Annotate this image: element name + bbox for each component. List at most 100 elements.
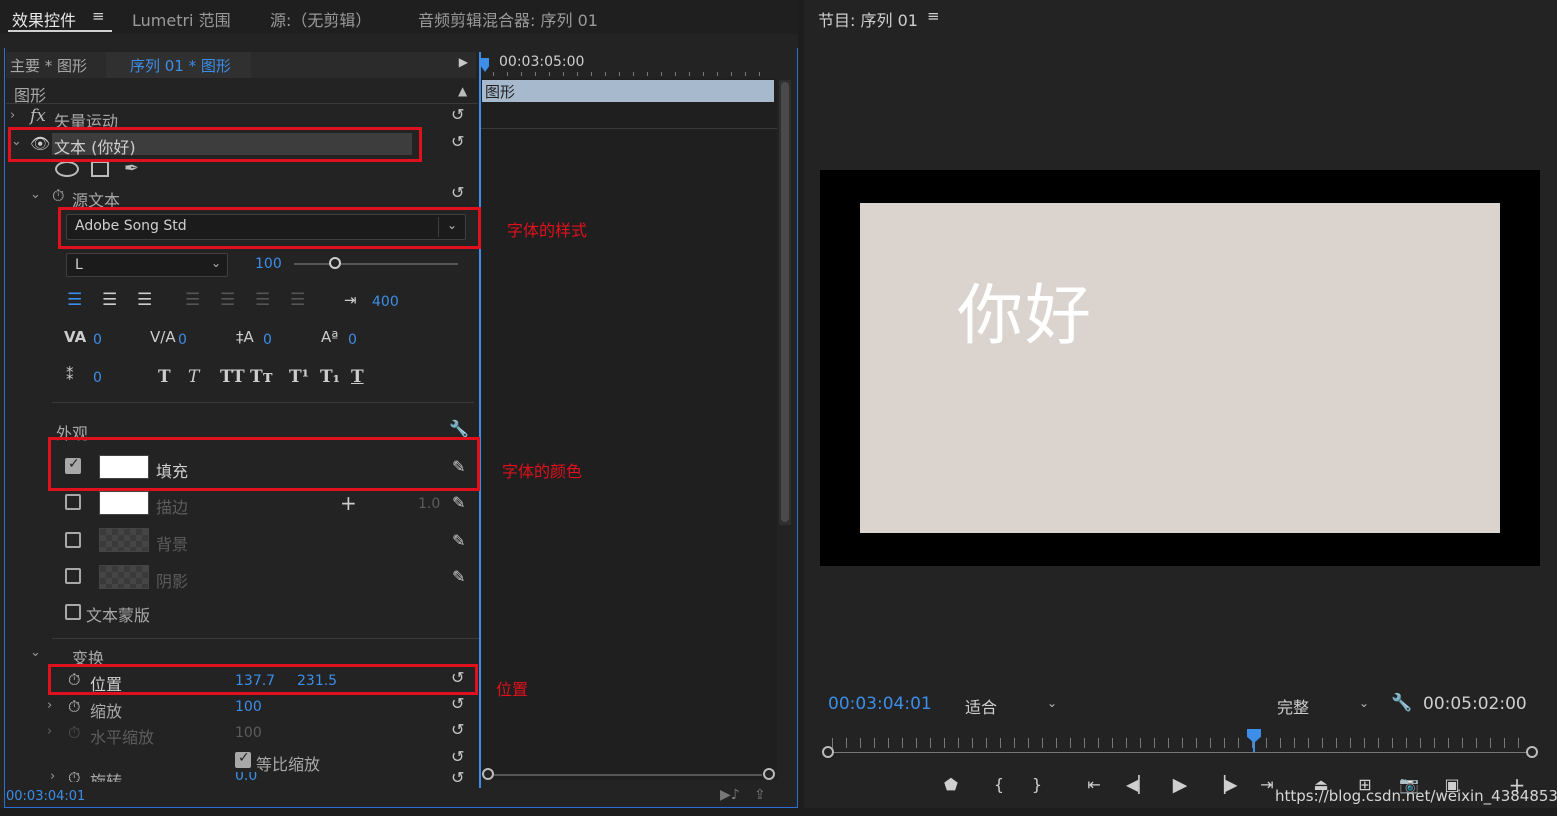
superscript-icon[interactable]: T¹ xyxy=(289,367,309,387)
justify-last-center-icon[interactable]: ☰ xyxy=(220,290,235,310)
position-y-value[interactable]: 231.5 xyxy=(297,673,337,689)
tsume-value[interactable]: 0 xyxy=(93,370,102,386)
stroke-color-swatch[interactable] xyxy=(99,491,149,515)
panel-menu-icon[interactable]: ≡ xyxy=(92,7,105,25)
expand-chevron-icon[interactable]: ⌄ xyxy=(30,645,41,660)
tab-source[interactable]: 源:（无剪辑） xyxy=(270,7,371,31)
playhead-marker-icon[interactable] xyxy=(481,58,489,72)
add-stroke-icon[interactable]: + xyxy=(340,491,357,515)
expand-chevron-icon[interactable]: ⌄ xyxy=(11,134,22,149)
background-checkbox[interactable] xyxy=(65,532,81,548)
current-time-display[interactable]: 00:03:04:01 xyxy=(6,789,85,804)
baseline-value[interactable]: 0 xyxy=(348,332,357,348)
pen-tool-icon[interactable]: ✒ xyxy=(124,158,139,179)
subscript-icon[interactable]: T₁ xyxy=(320,367,340,387)
eyedropper-icon[interactable]: ✎ xyxy=(452,567,465,586)
master-clip-label[interactable]: 主要 * 图形 xyxy=(10,55,87,76)
go-to-in-icon[interactable]: ⇤ xyxy=(1083,774,1105,796)
timeline-ruler[interactable]: 00:03:05:00 xyxy=(479,52,777,78)
tab-audio-clip-mixer[interactable]: 音频剪辑混合器: 序列 01 xyxy=(418,7,598,31)
stopwatch-icon[interactable]: ⏱ xyxy=(68,670,80,690)
scrubber-track[interactable] xyxy=(828,752,1533,753)
vector-motion-label[interactable]: 矢量运动 xyxy=(54,108,118,132)
tracking-value[interactable]: 400 xyxy=(372,294,399,310)
fill-checkbox[interactable] xyxy=(65,456,81,474)
leading-value[interactable]: 0 xyxy=(263,332,272,348)
graphic-clip-bar[interactable]: 图形 xyxy=(482,80,774,102)
justify-last-right-icon[interactable]: ☰ xyxy=(255,290,270,310)
ellipse-tool-icon[interactable] xyxy=(55,161,79,177)
step-forward-icon[interactable]: ▕▶ xyxy=(1213,774,1238,796)
underline-icon[interactable]: T xyxy=(351,367,364,387)
playhead-timecode[interactable]: 00:03:04:01 xyxy=(828,694,932,714)
horizontal-scale-value[interactable]: 100 xyxy=(235,725,262,741)
sequence-clip-label[interactable]: 序列 01 * 图形 xyxy=(106,52,251,78)
mark-in-icon[interactable]: { xyxy=(988,774,1010,796)
expand-chevron-icon[interactable]: ⌄ xyxy=(30,187,41,202)
background-color-swatch[interactable] xyxy=(99,528,149,552)
export-icon[interactable]: ⇪ xyxy=(754,787,766,803)
uniform-scale-checkbox[interactable] xyxy=(235,750,251,768)
faux-bold-icon[interactable]: T xyxy=(158,367,171,387)
scrubber-start-handle[interactable] xyxy=(822,746,834,758)
tracking2-value[interactable]: 0 xyxy=(178,332,187,348)
zoom-handle-right[interactable] xyxy=(763,768,775,780)
justify-all-icon[interactable]: ☰ xyxy=(290,290,305,310)
align-center-icon[interactable]: ☰ xyxy=(102,290,117,310)
add-marker-icon[interactable]: ⬟ xyxy=(940,774,962,796)
panel-menu-icon[interactable]: ≡ xyxy=(927,7,940,25)
eye-visibility-icon[interactable]: 👁 xyxy=(30,134,50,153)
stopwatch-icon[interactable]: ⏱ xyxy=(68,723,80,743)
reset-icon[interactable]: ↺ xyxy=(451,749,469,765)
align-right-icon[interactable]: ☰ xyxy=(137,290,152,310)
kerning-value[interactable]: 0 xyxy=(93,332,102,348)
shadow-checkbox[interactable] xyxy=(65,568,81,584)
expand-chevron-icon[interactable]: › xyxy=(10,108,15,123)
fill-color-swatch[interactable] xyxy=(99,455,149,479)
reset-icon[interactable]: ↺ xyxy=(451,107,469,123)
stroke-width-value[interactable]: 1.0 xyxy=(418,496,440,512)
small-caps-icon[interactable]: Tт xyxy=(250,367,273,387)
tab-effect-controls[interactable]: 效果控件 xyxy=(12,7,76,31)
video-title-text[interactable]: 你好 xyxy=(957,262,1093,358)
horizontal-zoom-scrollbar[interactable] xyxy=(482,768,775,780)
text-layer-row[interactable]: 文本 (你好) xyxy=(52,133,412,157)
expand-chevron-icon[interactable]: › xyxy=(47,724,52,739)
scrubber-end-handle[interactable] xyxy=(1526,746,1538,758)
text-mask-checkbox[interactable] xyxy=(65,604,81,620)
reset-icon[interactable]: ↺ xyxy=(451,185,469,201)
eyedropper-icon[interactable]: ✎ xyxy=(452,457,465,476)
all-caps-icon[interactable]: TT xyxy=(220,367,245,387)
font-size-slider-thumb[interactable] xyxy=(329,257,341,269)
eyedropper-icon[interactable]: ✎ xyxy=(452,493,465,512)
reset-icon[interactable]: ↺ xyxy=(451,134,469,150)
expand-chevron-icon[interactable]: › xyxy=(47,698,52,713)
scale-value[interactable]: 100 xyxy=(235,699,262,715)
playback-resolution-select[interactable]: 完整 ⌄ xyxy=(1269,694,1375,717)
zoom-handle-left[interactable] xyxy=(482,768,494,780)
wrench-icon[interactable]: 🔧 xyxy=(449,419,469,438)
program-monitor-title[interactable]: 节目: 序列 01 xyxy=(818,7,918,31)
reset-icon[interactable]: ↺ xyxy=(451,722,469,738)
faux-italic-icon[interactable]: T xyxy=(188,367,199,387)
font-style-select[interactable]: L ⌄ xyxy=(66,253,228,277)
reset-icon[interactable]: ↺ xyxy=(451,670,469,686)
rotation-value[interactable]: 0.0 xyxy=(235,772,257,782)
tab-lumetri-scopes[interactable]: Lumetri 范围 xyxy=(132,7,231,31)
expand-chevron-icon[interactable]: › xyxy=(50,772,55,782)
mark-out-icon[interactable]: } xyxy=(1026,774,1048,796)
wrench-icon[interactable]: 🔧 xyxy=(1391,693,1412,713)
reset-icon[interactable]: ↺ xyxy=(451,696,469,712)
eyedropper-icon[interactable]: ✎ xyxy=(452,531,465,550)
font-size-slider-track[interactable] xyxy=(294,263,458,265)
stroke-checkbox[interactable] xyxy=(65,494,81,510)
vertical-scrollbar-thumb[interactable] xyxy=(781,82,789,522)
font-size-value[interactable]: 100 xyxy=(255,256,282,272)
reset-icon[interactable]: ↺ xyxy=(451,772,469,782)
video-frame[interactable] xyxy=(860,203,1500,533)
rectangle-tool-icon[interactable] xyxy=(91,161,109,177)
filter-icon[interactable]: ▶♪ xyxy=(720,787,740,803)
stopwatch-icon[interactable]: ⏱ xyxy=(52,186,64,206)
position-x-value[interactable]: 137.7 xyxy=(235,673,275,689)
play-triangle-icon[interactable]: ▶ xyxy=(459,55,468,69)
